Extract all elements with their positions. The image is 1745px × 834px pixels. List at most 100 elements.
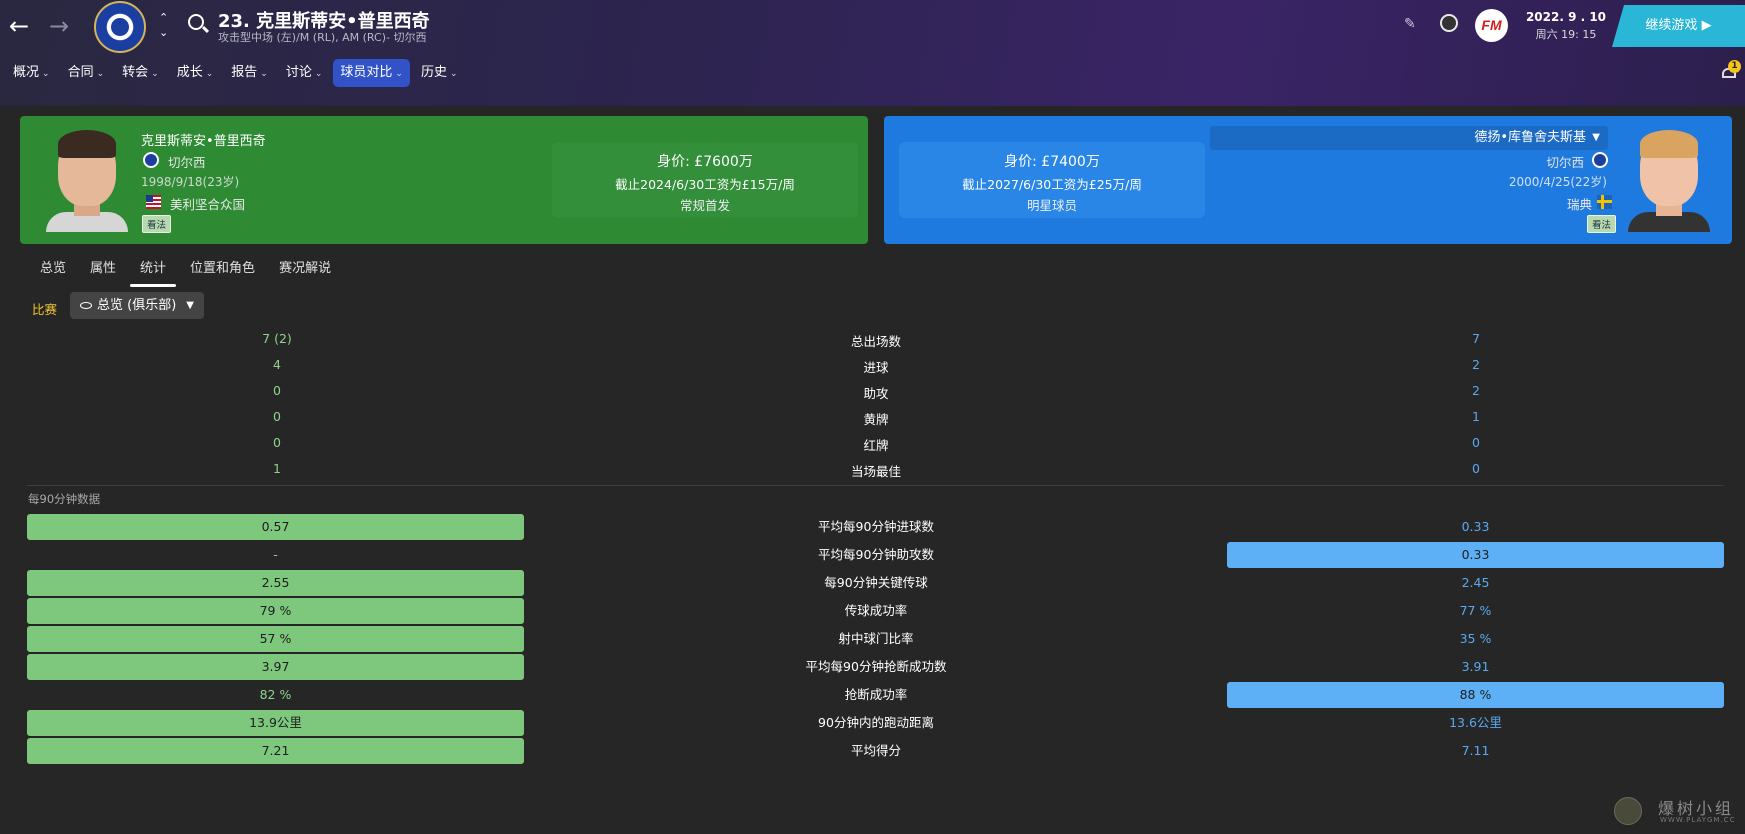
eye-icon bbox=[80, 302, 92, 309]
menu-item-label: 合同 bbox=[67, 65, 94, 80]
stat-row: 4 进球 2 bbox=[0, 353, 1745, 377]
subtab[interactable]: 位置和角色 bbox=[178, 254, 267, 287]
right-player-value: 身价: £7400万 bbox=[1004, 154, 1100, 170]
menu-item[interactable]: 转会 ⌄ bbox=[115, 59, 166, 87]
right-per90-value: 77 % bbox=[1459, 603, 1492, 618]
right-player-dob: 2000/4/25(22岁) bbox=[1508, 175, 1607, 189]
right-per90-value: 0.33 bbox=[1461, 519, 1490, 534]
per90-label: 90分钟内的跑动距离 bbox=[818, 715, 934, 730]
per90-row: 0.57 平均每90分钟进球数 0.33 bbox=[0, 514, 1745, 540]
notification-badge: 1 bbox=[1728, 60, 1741, 73]
continue-game-button[interactable]: 继续游戏 ▶ bbox=[1612, 5, 1745, 47]
menu-item-label: 历史 bbox=[420, 65, 447, 80]
left-per90-value: 13.9公里 bbox=[27, 710, 524, 736]
flag-usa-icon bbox=[146, 195, 161, 209]
left-player-card: 克里斯蒂安•普里西奇 切尔西 1998/9/18(23岁) 美利坚合众国 看法 … bbox=[20, 116, 868, 244]
left-stat-value: 0 bbox=[273, 435, 281, 450]
subtab[interactable]: 属性 bbox=[78, 254, 128, 287]
stat-row: 7 (2) 总出场数 7 bbox=[0, 327, 1745, 351]
stat-row: 0 助攻 2 bbox=[0, 379, 1745, 403]
per90-label: 每90分钟关键传球 bbox=[824, 575, 928, 590]
left-stat-value: 0 bbox=[273, 409, 281, 424]
play-icon: ▶ bbox=[1701, 18, 1712, 33]
sub-tabs: 总览 属性 统计 位置和角色 赛况解说 bbox=[28, 254, 343, 287]
menu-item[interactable]: 报告 ⌄ bbox=[224, 59, 275, 87]
stat-label: 红牌 bbox=[863, 438, 889, 453]
per90-label: 平均每90分钟助攻数 bbox=[818, 547, 934, 562]
trophy-icon[interactable] bbox=[1440, 14, 1458, 32]
forward-arrow-icon[interactable]: → bbox=[49, 12, 69, 40]
right-scout-tag[interactable]: 看法 bbox=[1587, 215, 1617, 233]
search-icon[interactable] bbox=[188, 14, 204, 30]
main-menu: 概况 ⌄ 合同 ⌄ 转会 ⌄ 成长 ⌄ 报告 ⌄ 讨论 ⌄ 球员对比 ⌄ 历史 ⌄ bbox=[6, 59, 469, 87]
compare-player-name: 德扬•库鲁舍夫斯基 bbox=[1474, 130, 1586, 145]
left-per90-value: 7.21 bbox=[27, 738, 524, 764]
right-player-portrait[interactable] bbox=[1628, 128, 1710, 232]
left-per90-value: 2.55 bbox=[27, 570, 524, 596]
right-per90-value: 3.91 bbox=[1461, 659, 1490, 674]
fm-logo[interactable]: FM bbox=[1475, 9, 1508, 42]
game-date: 2022. 9 . 10 周六 19: 15 bbox=[1520, 10, 1612, 42]
menu-item[interactable]: 合同 ⌄ bbox=[61, 59, 112, 87]
date-time: 周六 19: 15 bbox=[1535, 28, 1597, 41]
right-per90-value: 35 % bbox=[1459, 631, 1492, 646]
stat-label: 黄牌 bbox=[863, 412, 889, 427]
menu-item-label: 球员对比 bbox=[340, 65, 393, 80]
per90-row: 57 % 射中球门比率 35 % bbox=[0, 626, 1745, 652]
date-main: 2022. 9 . 10 bbox=[1525, 10, 1607, 24]
left-stat-value: 4 bbox=[273, 357, 281, 372]
right-per90-value: 2.45 bbox=[1461, 575, 1490, 590]
right-per90-value: 88 % bbox=[1227, 682, 1724, 708]
left-per90-value: 82 % bbox=[259, 687, 292, 702]
menu-item[interactable]: 球员对比 ⌄ bbox=[333, 59, 410, 87]
club-crest-icon bbox=[143, 152, 159, 168]
player-switch-arrows[interactable]: ⌃ ⌄ bbox=[159, 10, 168, 40]
per90-row: 79 % 传球成功率 77 % bbox=[0, 598, 1745, 624]
pencil-icon[interactable]: ✎ bbox=[1404, 16, 1416, 32]
subtab[interactable]: 赛况解说 bbox=[267, 254, 343, 287]
menu-item-label: 讨论 bbox=[285, 65, 312, 80]
flag-sweden-icon bbox=[1597, 195, 1612, 209]
chevron-down-icon: ⌄ bbox=[96, 69, 105, 79]
bell-icon[interactable]: 1 bbox=[1720, 60, 1741, 78]
subtab[interactable]: 统计 bbox=[128, 254, 178, 287]
left-player-portrait[interactable] bbox=[46, 128, 128, 232]
per90-row: 82 % 抢断成功率 88 % bbox=[0, 682, 1745, 708]
left-scout-tag[interactable]: 看法 bbox=[142, 215, 172, 233]
right-per90-value: 13.6公里 bbox=[1449, 715, 1502, 730]
chevron-down-icon: ⌄ bbox=[151, 69, 159, 79]
menu-item[interactable]: 成长 ⌄ bbox=[170, 59, 221, 87]
left-value-box: 身价: £7600万 截止2024/6/30工资为£15万/周 常规首发 bbox=[552, 142, 858, 218]
club-crest-icon[interactable] bbox=[94, 1, 146, 53]
chevron-down-icon: ⌄ bbox=[260, 69, 268, 79]
compare-player-select[interactable]: 德扬•库鲁舍夫斯基 ▼ bbox=[1210, 126, 1608, 150]
left-player-value: 身价: £7600万 bbox=[657, 154, 753, 170]
stats-scope-value: 总览 (俱乐部) bbox=[97, 298, 177, 313]
chevron-down-icon: ⌄ bbox=[395, 69, 403, 79]
menu-item-label: 转会 bbox=[122, 65, 149, 80]
watermark: 爆树小组 WWW.PLAYGM.CC bbox=[1614, 795, 1745, 829]
menu-item-label: 概况 bbox=[13, 65, 40, 80]
subtab[interactable]: 总览 bbox=[28, 254, 78, 287]
left-per90-value: 3.97 bbox=[27, 654, 524, 680]
left-player-club[interactable]: 切尔西 bbox=[168, 152, 206, 171]
menu-item-label: 报告 bbox=[231, 65, 258, 80]
menu-item[interactable]: 讨论 ⌄ bbox=[279, 59, 330, 87]
top-bar: ← → ⌃ ⌄ 23. 克里斯蒂安•普里西奇 攻击型中场 (左)/M (RL), … bbox=[0, 0, 1745, 106]
stats-scope-dropdown[interactable]: 总览 (俱乐部) ▼ bbox=[70, 292, 204, 319]
right-player-club[interactable]: 切尔西 bbox=[1546, 152, 1584, 171]
left-per90-value: 0.57 bbox=[27, 514, 524, 540]
left-per90-value: - bbox=[273, 547, 278, 562]
left-player-nationality[interactable]: 美利坚合众国 bbox=[170, 194, 245, 213]
left-player-name[interactable]: 克里斯蒂安•普里西奇 bbox=[141, 130, 266, 149]
per90-row: 2.55 每90分钟关键传球 2.45 bbox=[0, 570, 1745, 596]
menu-item-label: 成长 bbox=[176, 65, 203, 80]
stat-label: 助攻 bbox=[863, 386, 889, 401]
chevron-down-icon: ▼ bbox=[186, 300, 194, 311]
right-player-nationality[interactable]: 瑞典 bbox=[1567, 194, 1592, 213]
stat-row: 1 当场最佳 0 bbox=[0, 457, 1745, 481]
stat-row: 0 黄牌 1 bbox=[0, 405, 1745, 429]
menu-item[interactable]: 历史 ⌄ bbox=[414, 59, 465, 87]
back-arrow-icon[interactable]: ← bbox=[9, 12, 29, 40]
menu-item[interactable]: 概况 ⌄ bbox=[6, 59, 57, 87]
